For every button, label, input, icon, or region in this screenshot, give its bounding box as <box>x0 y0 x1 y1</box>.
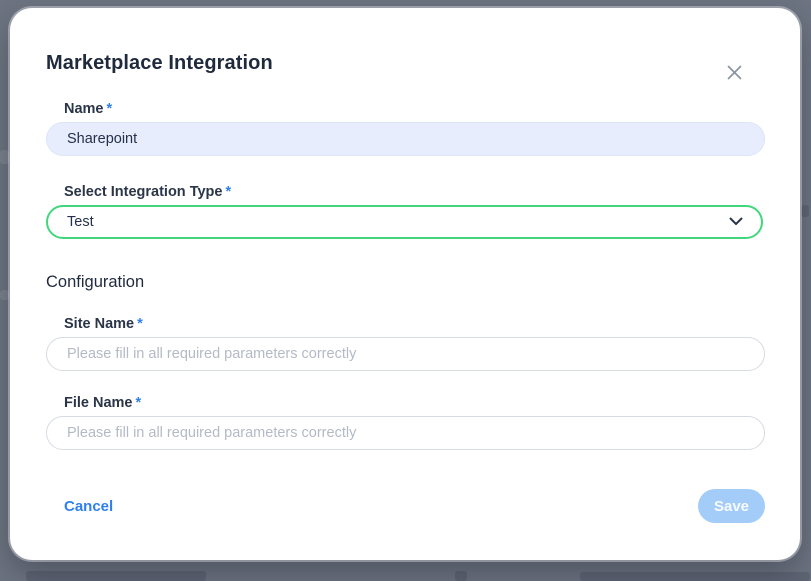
close-icon <box>727 65 742 83</box>
integration-type-label-text: Select Integration Type <box>64 184 222 200</box>
dimmed-background-content <box>580 572 810 581</box>
required-asterisk: * <box>137 316 143 332</box>
file-name-input[interactable] <box>46 416 765 450</box>
integration-type-label: Select Integration Type* <box>64 184 764 200</box>
dimmed-background-content <box>26 571 206 581</box>
name-label: Name* <box>64 101 764 117</box>
site-name-label-text: Site Name <box>64 316 134 332</box>
dimmed-background-content <box>0 290 9 300</box>
dimmed-background-content <box>455 571 467 581</box>
site-name-input[interactable] <box>46 337 765 371</box>
dialog-title: Marketplace Integration <box>46 52 764 75</box>
integration-type-field-group: Select Integration Type* Test <box>46 184 764 239</box>
chevron-down-icon <box>729 213 743 231</box>
close-button[interactable] <box>720 60 748 88</box>
name-field-group: Name* <box>46 101 764 156</box>
save-button[interactable]: Save <box>698 489 765 523</box>
dimmed-background-content <box>0 150 9 164</box>
name-input[interactable] <box>46 122 765 156</box>
required-asterisk: * <box>107 101 113 117</box>
integration-type-selected-value: Test <box>67 214 94 230</box>
required-asterisk: * <box>225 184 231 200</box>
file-name-label-text: File Name <box>64 395 133 411</box>
site-name-label: Site Name* <box>64 316 764 332</box>
site-name-field-group: Site Name* <box>46 316 764 371</box>
configuration-section-heading: Configuration <box>46 273 764 292</box>
dimmed-background-content <box>801 205 809 217</box>
required-asterisk: * <box>136 395 142 411</box>
name-label-text: Name <box>64 101 104 117</box>
dialog-footer: Cancel Save <box>46 489 765 523</box>
file-name-label: File Name* <box>64 395 764 411</box>
cancel-button[interactable]: Cancel <box>64 498 113 515</box>
marketplace-integration-dialog: Marketplace Integration Name* Select Int… <box>10 8 800 560</box>
integration-type-select[interactable]: Test <box>46 205 763 239</box>
file-name-field-group: File Name* <box>46 395 764 450</box>
